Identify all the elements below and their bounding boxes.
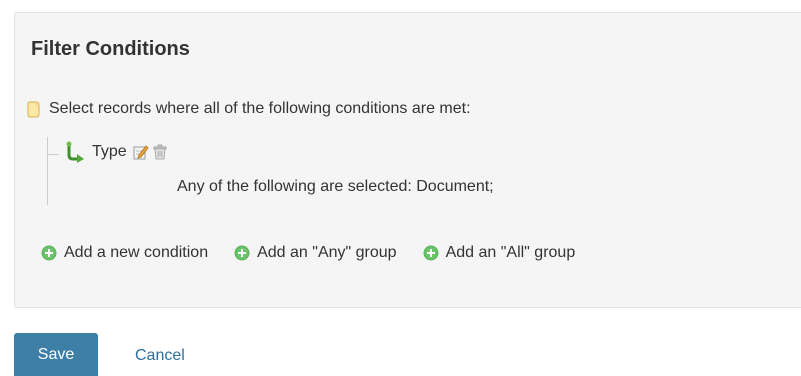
condition-field-label: Type: [92, 143, 127, 160]
tree-connector-line: [47, 137, 48, 205]
add-any-group-link[interactable]: Add an "Any" group: [234, 243, 397, 263]
cancel-link[interactable]: Cancel: [135, 346, 185, 366]
condition-description: Any of the following are selected: Docum…: [177, 178, 494, 195]
panel-title: Filter Conditions: [31, 38, 190, 60]
condition-item: Type: [65, 141, 168, 163]
tree-branch-line: [47, 154, 59, 155]
add-all-group-link[interactable]: Add an "All" group: [423, 243, 576, 263]
plus-circle-icon: [41, 245, 57, 261]
add-new-condition-link[interactable]: Add a new condition: [41, 243, 208, 263]
save-button[interactable]: Save: [14, 333, 98, 376]
root-condition-text: Select records where all of the followin…: [49, 100, 471, 117]
root-condition-group: Select records where all of the followin…: [27, 99, 471, 119]
add-new-condition-label: Add a new condition: [64, 244, 209, 261]
plus-circle-icon: [423, 245, 439, 261]
add-all-group-label: Add an "All" group: [445, 244, 576, 261]
add-any-group-label: Add an "Any" group: [257, 244, 397, 261]
condition-actions: Add a new condition Add an "Any" group A…: [41, 243, 575, 263]
filter-conditions-panel: Filter Conditions Select records where a…: [14, 12, 801, 308]
trash-icon[interactable]: [152, 144, 168, 160]
edit-icon[interactable]: [133, 144, 149, 160]
tree-leaf-icon: [65, 141, 85, 163]
plus-circle-icon: [234, 245, 250, 261]
folder-icon: [27, 101, 41, 118]
